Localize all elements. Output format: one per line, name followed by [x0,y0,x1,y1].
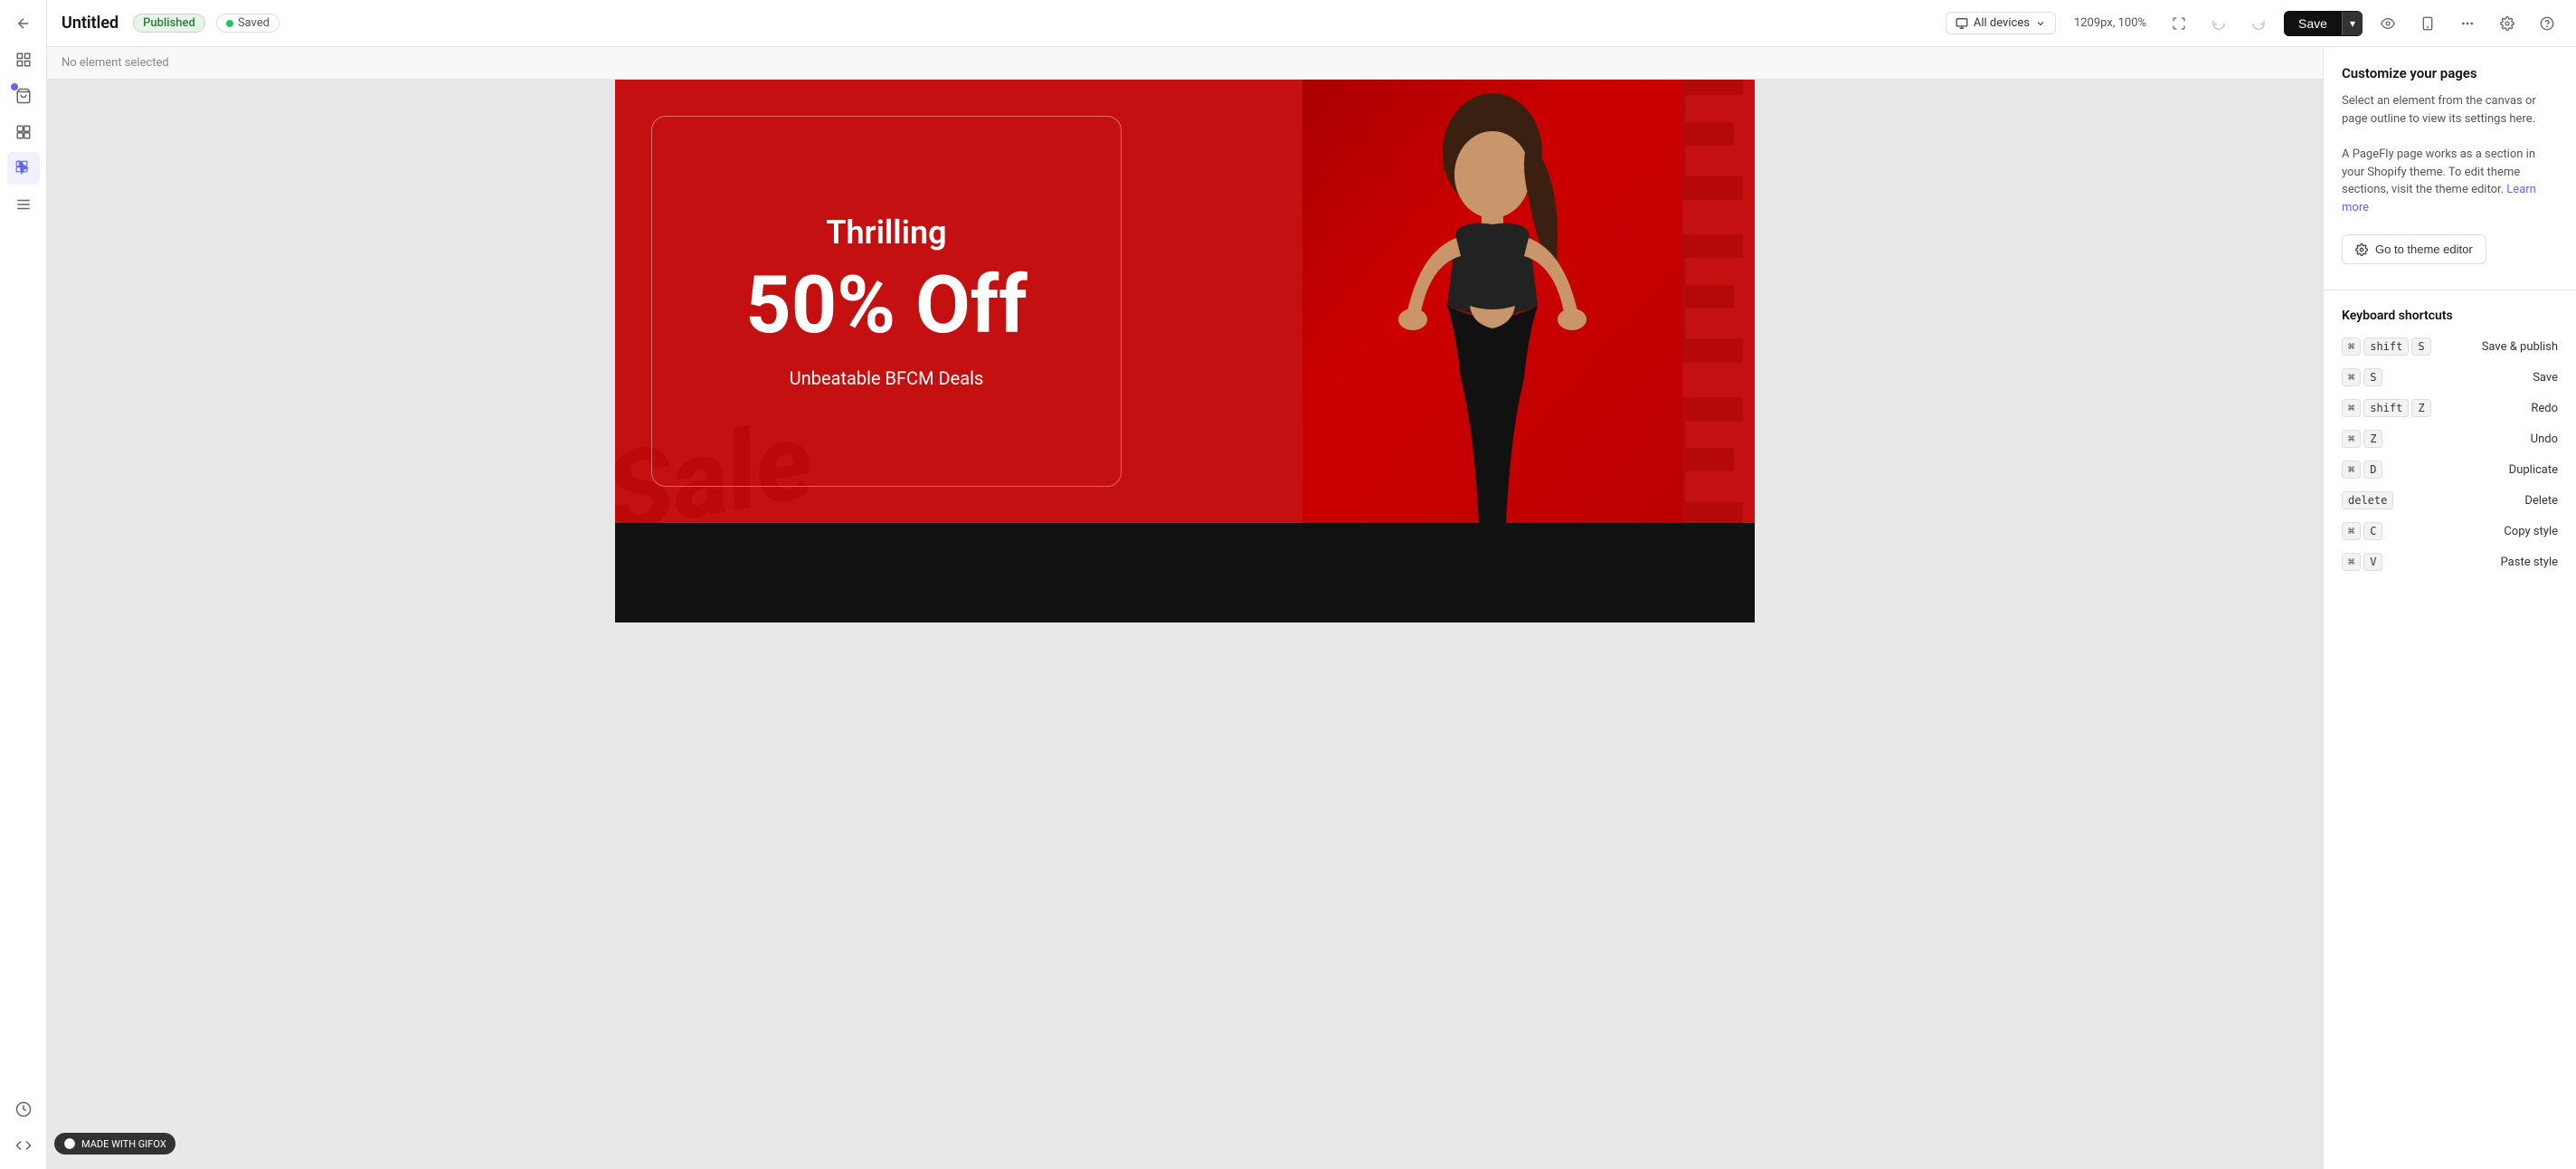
settings-btn[interactable] [2493,9,2522,38]
hero-text-box[interactable]: Thrilling 50% Off Unbeatable BFCM Deals [651,116,1122,487]
shortcut-keys-7: ⌘V [2342,553,2441,571]
connect-btn[interactable] [2164,9,2193,38]
topbar: Untitled Published Saved All devices 120… [47,0,2576,47]
right-panel: Customize your pages Select an element f… [2323,47,2576,1169]
panel-description-2: A PageFly page works as a section in you… [2342,146,2558,216]
shortcut-keys-2: ⌘shiftZ [2342,399,2441,417]
shortcut-label-2: Redo [2531,402,2558,415]
left-sidebar [0,0,47,1169]
kbd-⌘: ⌘ [2342,430,2361,448]
panel-description-1: Select an element from the canvas or pag… [2342,92,2558,128]
theme-editor-button[interactable]: Go to theme editor [2342,234,2486,264]
shortcut-keys-3: ⌘Z [2342,430,2441,448]
kbd-delete: delete [2342,491,2393,509]
shortcut-label-6: Copy style [2504,525,2558,538]
shortcut-row-4: ⌘D Duplicate [2342,461,2558,479]
preview-btn[interactable] [2373,9,2402,38]
shortcut-row-6: ⌘C Copy style [2342,522,2558,540]
sidebar-elements-icon[interactable] [7,116,40,148]
canvas-wrapper: No element selected Thrilling 50% Off Un… [47,47,2323,1169]
sidebar-shop-icon[interactable] [7,80,40,112]
main-container: Untitled Published Saved All devices 120… [47,0,2576,1169]
more-btn[interactable] [2453,9,2482,38]
shortcut-keys-0: ⌘shiftS [2342,337,2441,356]
shortcut-row-3: ⌘Z Undo [2342,430,2558,448]
sidebar-cursor-icon[interactable] [7,152,40,185]
shortcut-keys-5: delete [2342,491,2441,509]
help-btn[interactable] [2533,9,2562,38]
hero-discount-text: 50% Off [745,266,1028,346]
hero-section[interactable]: Thrilling 50% Off Unbeatable BFCM Deals … [615,80,1755,523]
published-badge: Published [133,14,205,33]
kbd-V: V [2363,553,2382,571]
sidebar-layers-icon[interactable] [7,188,40,221]
kbd-⌘: ⌘ [2342,368,2361,386]
shortcut-label-4: Duplicate [2509,463,2558,477]
hero-thrilling-text: Thrilling [826,214,946,252]
shortcut-keys-1: ⌘S [2342,368,2441,386]
kbd-⌘: ⌘ [2342,461,2361,479]
shortcut-label-5: Delete [2524,494,2558,508]
shortcut-label-0: Save & publish [2482,340,2558,354]
save-btn-group: Save ▾ [2284,11,2363,36]
kbd-C: C [2363,522,2382,540]
kbd-D: D [2363,461,2382,479]
kbd-shift: shift [2363,337,2409,356]
saved-dot [226,20,233,27]
kbd-shift: shift [2363,399,2409,417]
shortcut-keys-4: ⌘D [2342,461,2441,479]
shortcut-row-1: ⌘S Save [2342,368,2558,386]
kbd-S: S [2363,368,2382,386]
zoom-info: 1209px, 100% [2067,13,2154,33]
sidebar-back-icon[interactable] [7,7,40,40]
canvas-toolbar: No element selected [47,47,2323,80]
no-element-selected: No element selected [62,56,169,70]
saved-badge: Saved [216,14,279,33]
shortcuts-title: Keyboard shortcuts [2342,309,2558,323]
shortcuts-container: ⌘shiftSSave & publish⌘SSave⌘shiftZRedo⌘Z… [2342,337,2558,571]
gifox-label: MADE WITH GIFOX [81,1138,166,1150]
shortcut-keys-6: ⌘C [2342,522,2441,540]
panel-title: Customize your pages [2342,65,2558,81]
save-button[interactable]: Save [2284,11,2342,36]
shortcut-row-7: ⌘V Paste style [2342,553,2558,571]
canvas-content[interactable]: Thrilling 50% Off Unbeatable BFCM Deals … [615,80,1755,1169]
shortcut-label-1: Save [2533,371,2558,385]
kbd-⌘: ⌘ [2342,553,2361,571]
hero-model-image [1302,80,1682,523]
save-dropdown-button[interactable]: ▾ [2342,12,2363,35]
black-section[interactable] [615,523,1755,623]
device-selector[interactable]: All devices [1946,12,2056,34]
gifox-badge: MADE WITH GIFOX [54,1133,175,1155]
shortcut-row-0: ⌘shiftS Save & publish [2342,337,2558,356]
sidebar-badge [11,83,18,90]
shortcut-label-7: Paste style [2501,556,2558,569]
shortcut-row-5: delete Delete [2342,491,2558,509]
content-area: No element selected Thrilling 50% Off Un… [47,47,2576,1169]
sidebar-pages-icon[interactable] [7,43,40,76]
responsive-btn[interactable] [2413,9,2442,38]
kbd-Z: Z [2411,399,2430,417]
kbd-⌘: ⌘ [2342,337,2361,356]
sidebar-code-icon[interactable] [7,1129,40,1162]
sidebar-history-icon[interactable] [7,1093,40,1126]
redo-btn[interactable] [2244,9,2273,38]
hero-subtitle-text: Unbeatable BFCM Deals [790,367,984,389]
page-title: Untitled [62,14,118,33]
kbd-Z: Z [2363,430,2382,448]
shortcut-label-3: Undo [2531,432,2558,446]
kbd-⌘: ⌘ [2342,399,2361,417]
shortcut-row-2: ⌘shiftZ Redo [2342,399,2558,417]
kbd-S: S [2411,337,2430,356]
undo-btn[interactable] [2204,9,2233,38]
kbd-⌘: ⌘ [2342,522,2361,540]
